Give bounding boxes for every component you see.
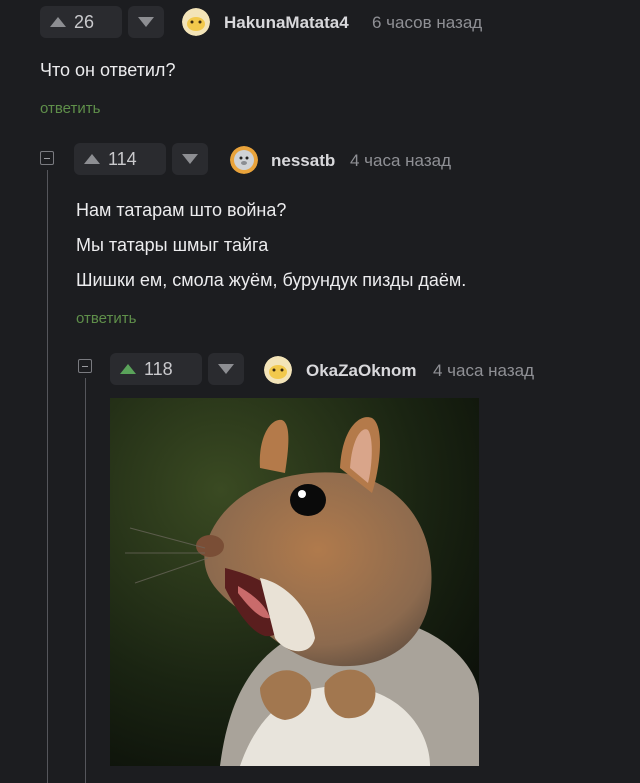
avatar[interactable]	[182, 8, 210, 36]
downvote-button[interactable]	[128, 6, 164, 38]
comment-text: Мы татары шмыг тайга	[76, 235, 269, 255]
vote-controls: 118	[110, 353, 244, 385]
downvote-icon	[218, 364, 234, 374]
downvote-button[interactable]	[208, 353, 244, 385]
downvote-icon	[182, 154, 198, 164]
timestamp: 6 часов назад	[372, 13, 483, 32]
upvote-button[interactable]: 118	[110, 353, 202, 385]
username[interactable]: HakunaMatata4	[224, 13, 349, 33]
username[interactable]: OkaZaOknom	[306, 361, 417, 381]
avatar[interactable]	[230, 146, 258, 174]
timestamp: 4 часа назад	[433, 361, 534, 380]
reply-link[interactable]: ответить	[40, 100, 100, 117]
collapse-thread-icon[interactable]	[40, 151, 54, 165]
timestamp: 4 часа назад	[350, 151, 451, 170]
comment-text: Что он ответил?	[40, 60, 176, 80]
vote-count: 114	[108, 148, 137, 169]
upvote-icon	[120, 364, 136, 374]
upvote-button[interactable]: 114	[74, 143, 166, 175]
avatar[interactable]	[264, 356, 292, 384]
collapse-thread-icon[interactable]	[78, 359, 92, 373]
vote-count: 118	[144, 358, 173, 379]
downvote-button[interactable]	[172, 143, 208, 175]
thread-line[interactable]	[85, 378, 86, 783]
comment-image[interactable]	[110, 398, 479, 766]
downvote-icon	[138, 17, 154, 27]
upvote-icon	[50, 17, 66, 27]
reply-link[interactable]: ответить	[76, 310, 136, 327]
upvote-icon	[84, 154, 100, 164]
vote-controls: 114	[74, 143, 208, 175]
upvote-button[interactable]: 26	[40, 6, 122, 38]
vote-controls: 26	[40, 6, 164, 38]
comment-text: Шишки ем, смола жуём, бурундук пизды даё…	[76, 270, 467, 290]
comment-text: Нам татарам што война?	[76, 200, 287, 220]
username[interactable]: nessatb	[271, 151, 335, 171]
vote-count: 26	[74, 11, 95, 32]
thread-line[interactable]	[47, 170, 48, 783]
